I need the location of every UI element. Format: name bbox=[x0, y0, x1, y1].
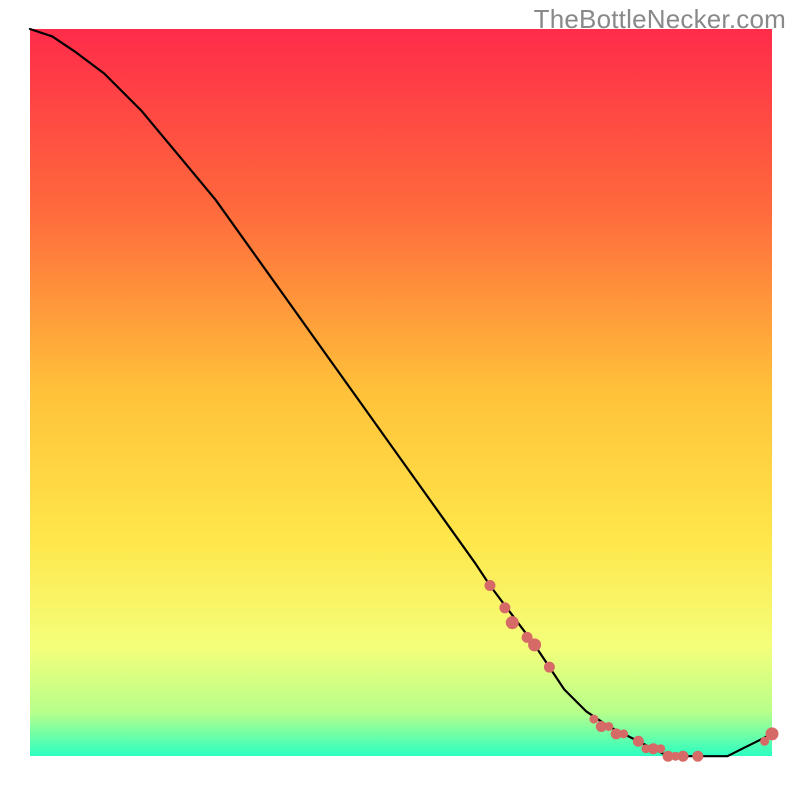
curve-marker bbox=[620, 730, 628, 738]
curve-marker bbox=[693, 751, 703, 761]
curve-marker bbox=[766, 728, 778, 740]
curve-marker bbox=[761, 737, 769, 745]
curve-marker bbox=[544, 662, 554, 672]
curve-marker bbox=[500, 603, 510, 613]
curve-marker bbox=[506, 617, 518, 629]
curve-marker bbox=[529, 639, 541, 651]
curve-marker bbox=[485, 581, 495, 591]
watermark-label: TheBottleNecker.com bbox=[534, 4, 786, 35]
plot-background bbox=[30, 29, 772, 756]
curve-marker bbox=[657, 745, 665, 753]
chart-svg bbox=[0, 0, 800, 800]
curve-marker bbox=[633, 736, 643, 746]
chart-container: TheBottleNecker.com bbox=[0, 0, 800, 800]
curve-marker bbox=[605, 723, 613, 731]
curve-marker bbox=[590, 715, 598, 723]
curve-marker bbox=[678, 751, 688, 761]
